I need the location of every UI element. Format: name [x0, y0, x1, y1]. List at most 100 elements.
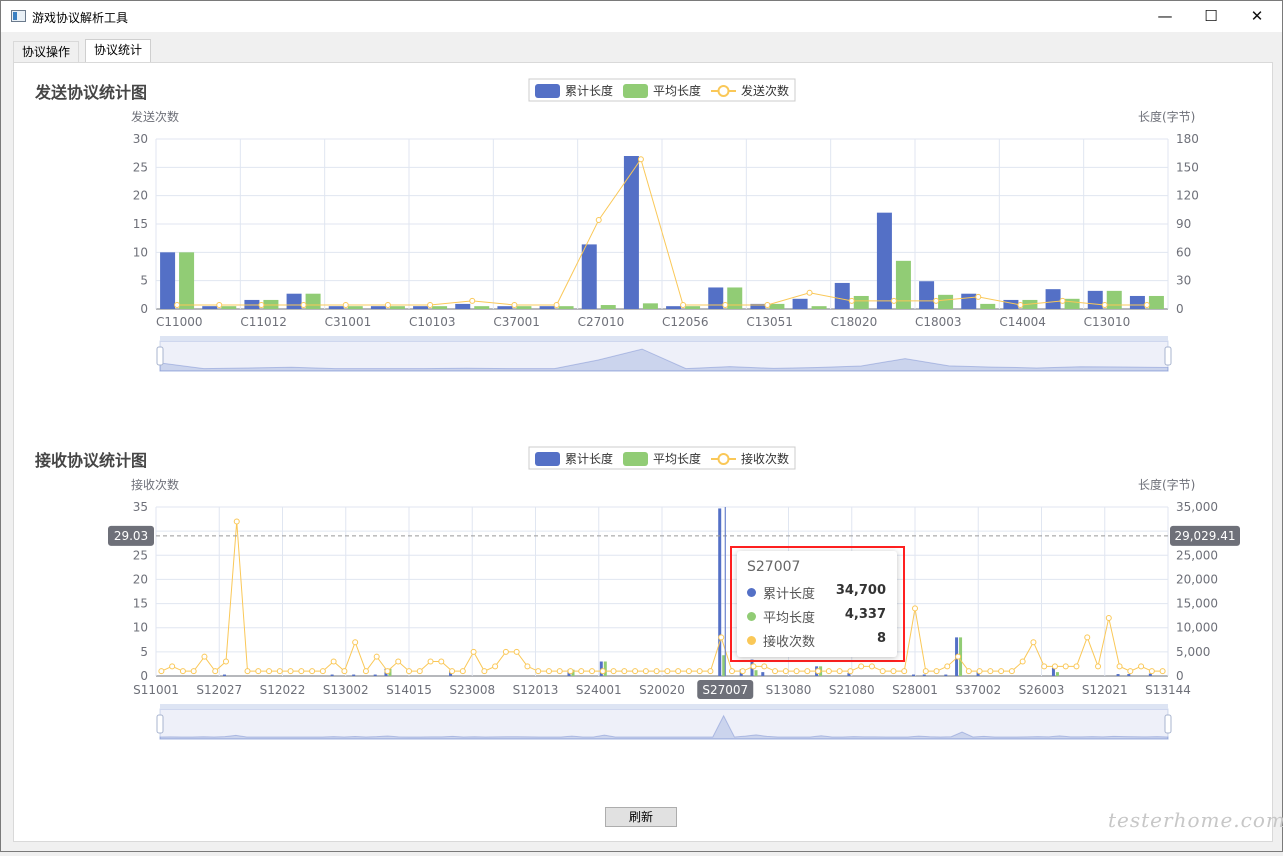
x-tick-label: S24001 — [576, 683, 622, 697]
zoom-slider-handle-right — [1164, 714, 1172, 734]
y-left-tick-label: 25 — [133, 160, 148, 174]
point-send-count — [722, 301, 729, 308]
x-tick-label: C18020 — [831, 315, 878, 329]
zoom-slider-handle-left — [156, 714, 164, 734]
refresh-button[interactable]: 刷新 — [605, 807, 677, 827]
bar-cumulative — [581, 244, 597, 309]
bar-average — [516, 306, 532, 309]
point-receive-count — [815, 668, 822, 675]
bar-cumulative — [1127, 674, 1131, 676]
bar-cumulative — [666, 306, 682, 309]
point-send-count — [975, 293, 982, 300]
y-right-tick-label: 0 — [1176, 302, 1184, 316]
x-tick-label: C18003 — [915, 315, 962, 329]
point-receive-count — [922, 668, 929, 675]
bar-average — [221, 306, 237, 309]
point-receive-count — [287, 668, 294, 675]
point-receive-count — [739, 668, 746, 675]
bar-cumulative — [413, 306, 429, 309]
y-left-tick-label: 10 — [133, 621, 148, 635]
tooltip-row-name: 平均长度 — [763, 611, 816, 626]
point-send-count — [848, 297, 855, 304]
y-left-tick-label: 30 — [133, 132, 148, 146]
point-receive-count — [901, 668, 908, 675]
point-receive-count — [1062, 663, 1069, 670]
crosshair-right-label: 29,029.41 — [1174, 529, 1235, 543]
point-receive-count — [373, 653, 380, 660]
bar-average — [179, 252, 195, 309]
point-receive-count — [362, 668, 369, 675]
y-left-tick-label: 0 — [140, 669, 148, 683]
point-receive-count — [1084, 634, 1091, 641]
point-receive-count — [1116, 663, 1123, 670]
x-tick-label: C13010 — [1084, 315, 1131, 329]
x-tick-label: C13051 — [746, 315, 793, 329]
bar-cumulative — [455, 303, 471, 309]
point-receive-count — [632, 668, 639, 675]
x-tick-label: S20020 — [639, 683, 685, 697]
point-receive-count — [513, 648, 520, 655]
point-receive-count — [1095, 663, 1102, 670]
bar-cumulative — [370, 306, 386, 309]
bar-average — [853, 295, 869, 309]
point-receive-count — [1073, 663, 1080, 670]
bar-cumulative — [761, 672, 765, 676]
tooltip-row-value: 4,337 — [844, 607, 886, 622]
point-receive-count — [502, 648, 509, 655]
bar-cumulative — [330, 674, 334, 676]
point-send-count — [511, 301, 518, 308]
y-left-tick-label: 15 — [133, 217, 148, 231]
point-send-count — [1143, 301, 1150, 308]
legend-swatch-cumulative — [535, 452, 560, 466]
point-receive-count — [782, 668, 789, 675]
point-receive-count — [772, 668, 779, 675]
point-receive-count — [998, 668, 1005, 675]
point-receive-count — [728, 668, 735, 675]
legend-swatch-average — [623, 452, 648, 466]
point-receive-count — [707, 668, 714, 675]
point-receive-count — [352, 639, 359, 646]
point-receive-count — [556, 668, 563, 675]
legend-marker-count — [717, 453, 730, 465]
y-left-tick-label: 10 — [133, 245, 148, 259]
point-receive-count — [976, 668, 983, 675]
legend-label: 发送次数 — [741, 83, 789, 98]
point-receive-count — [836, 668, 843, 675]
point-send-count — [1017, 301, 1024, 308]
point-send-count — [258, 301, 265, 308]
point-receive-count — [912, 605, 918, 612]
point-receive-count — [610, 668, 617, 675]
y-right-tick-label: 25,000 — [1176, 548, 1218, 562]
y-right-tick-label: 180 — [1176, 132, 1199, 146]
series-dot-icon — [747, 612, 756, 621]
legend-label: 累计长度 — [565, 451, 613, 466]
point-receive-count — [492, 663, 499, 670]
legend-swatch-cumulative — [535, 84, 560, 98]
legend-label: 平均长度 — [653, 83, 701, 98]
x-tick-label: S11001 — [133, 683, 179, 697]
point-receive-count — [621, 668, 628, 675]
x-tick-label: S21080 — [829, 683, 875, 697]
y-right-axis-label: 长度(字节) — [1138, 109, 1195, 124]
legend-label: 接收次数 — [741, 451, 789, 466]
point-send-count — [469, 297, 476, 304]
y-right-tick-label: 0 — [1176, 669, 1184, 683]
x-tick-label: S28001 — [892, 683, 938, 697]
x-tick-label: C31001 — [325, 315, 372, 329]
point-receive-count — [599, 668, 606, 675]
bar-average — [754, 670, 758, 676]
y-left-tick-label: 5 — [140, 645, 148, 659]
point-receive-count — [276, 668, 283, 675]
point-send-count — [637, 156, 644, 163]
point-send-count — [595, 216, 602, 223]
point-receive-count — [804, 668, 811, 675]
bar-average — [1055, 672, 1059, 676]
point-send-count — [216, 301, 223, 308]
bar-cumulative — [944, 674, 948, 676]
point-receive-count — [955, 653, 962, 660]
point-receive-count — [427, 658, 434, 665]
point-receive-count — [395, 658, 402, 665]
bar-cumulative — [497, 306, 513, 309]
point-receive-count — [965, 668, 972, 675]
y-right-axis-label: 长度(字节) — [1138, 477, 1195, 492]
